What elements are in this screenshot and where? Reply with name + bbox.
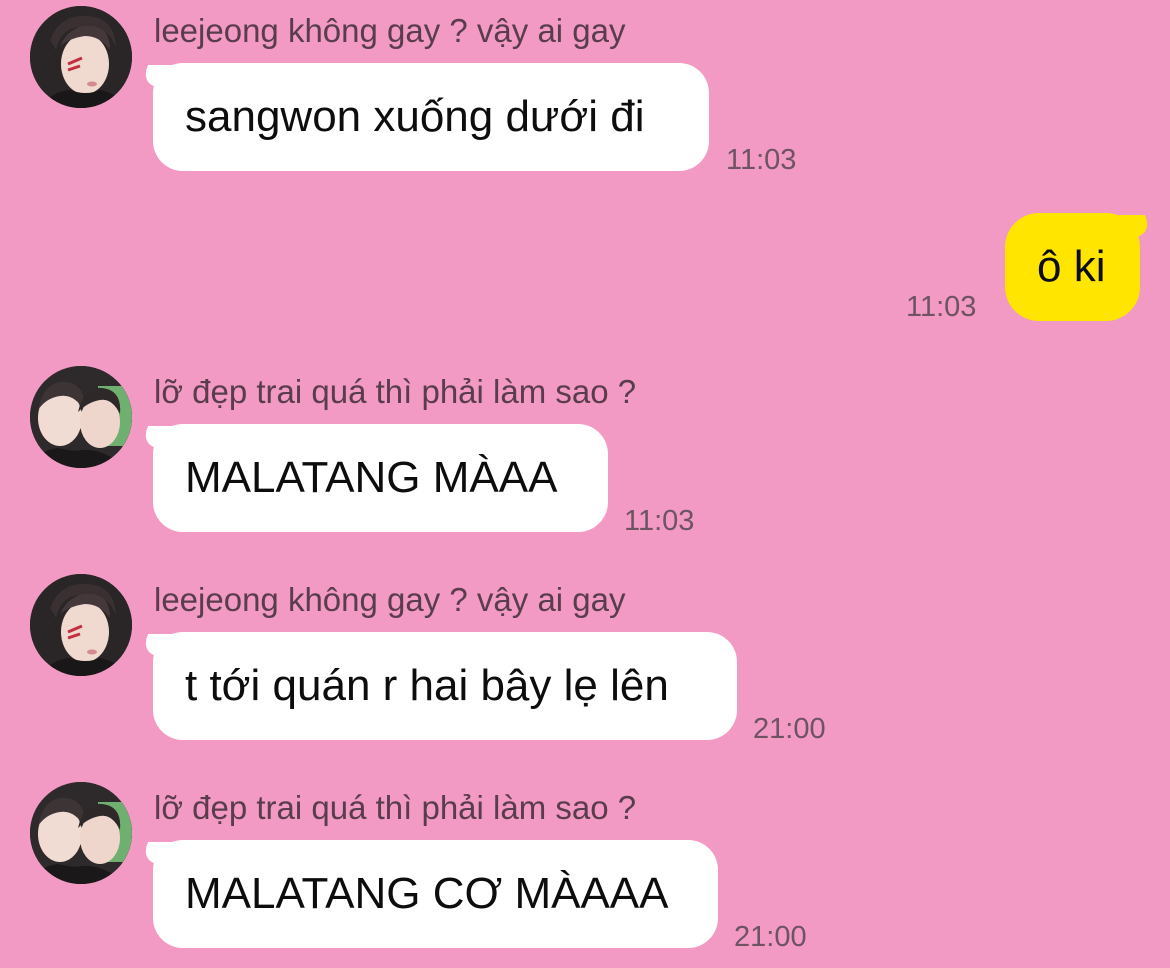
sender-avatar[interactable] bbox=[30, 574, 132, 676]
message-bubble[interactable]: MALATANG CƠ MÀAAA bbox=[153, 840, 718, 948]
sender-name: leejeong không gay ? vậy ai gay bbox=[154, 581, 626, 618]
sender-name: lỡ đẹp trai quá thì phải làm sao ? bbox=[154, 789, 637, 826]
avatar-two-people-icon bbox=[30, 366, 132, 468]
message-timestamp: 11:03 bbox=[906, 291, 977, 323]
message-timestamp: 11:03 bbox=[726, 144, 797, 176]
message-bubble[interactable]: sangwon xuống dưới đi bbox=[153, 63, 709, 171]
message-timestamp: 11:03 bbox=[624, 505, 695, 537]
message-bubble[interactable]: MALATANG MÀAA bbox=[153, 424, 608, 532]
sender-avatar[interactable] bbox=[30, 6, 132, 108]
sender-name: lỡ đẹp trai quá thì phải làm sao ? bbox=[154, 373, 637, 410]
message-timestamp: 21:00 bbox=[753, 713, 826, 745]
avatar-two-people-icon bbox=[30, 782, 132, 884]
sender-avatar[interactable] bbox=[30, 366, 132, 468]
avatar-single-person-icon bbox=[30, 6, 132, 108]
message-timestamp: 21:00 bbox=[734, 921, 807, 953]
message-bubble-outgoing[interactable]: ô ki bbox=[1005, 213, 1140, 321]
message-bubble[interactable]: t tới quán r hai bây lẹ lên bbox=[153, 632, 737, 740]
sender-name: leejeong không gay ? vậy ai gay bbox=[154, 12, 626, 49]
avatar-single-person-icon bbox=[30, 574, 132, 676]
sender-avatar[interactable] bbox=[30, 782, 132, 884]
